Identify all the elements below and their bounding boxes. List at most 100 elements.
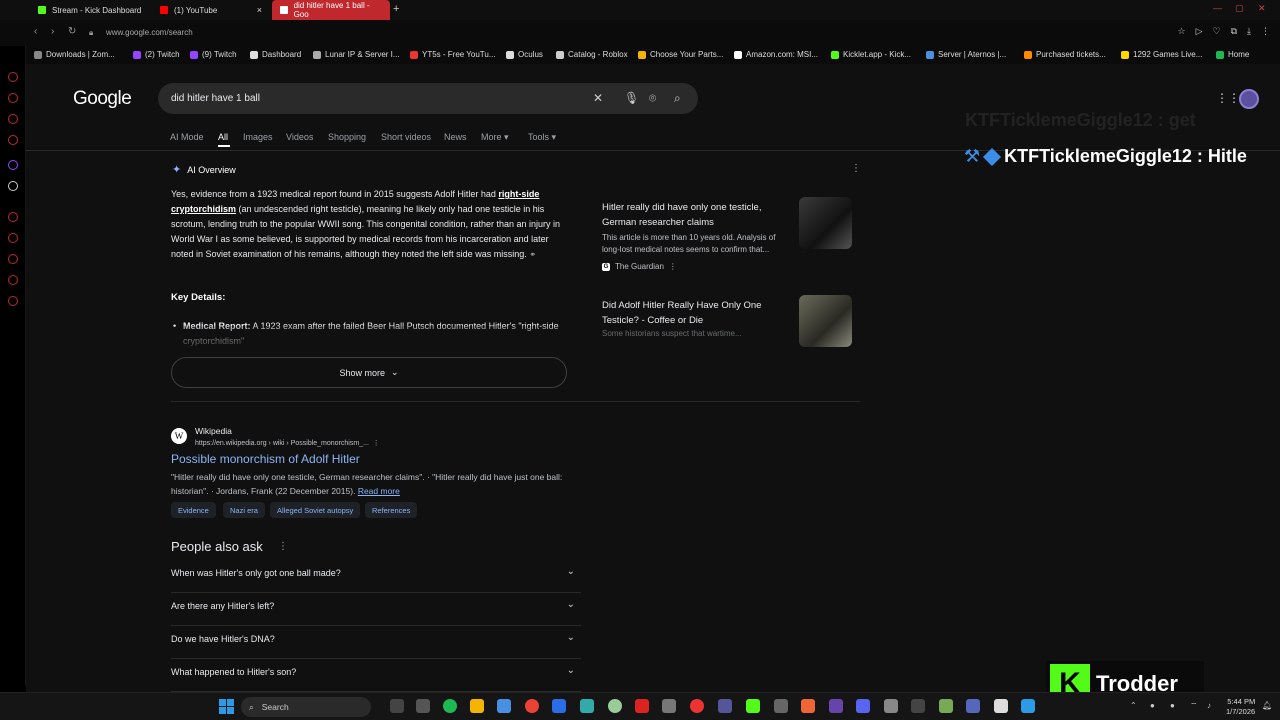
taskbar-app-icon[interactable] [416,699,430,713]
question-row[interactable]: Are there any Hitler's left? ⌄ [171,593,581,626]
address-bar[interactable]: www.google.com/search [106,28,193,37]
microphone-icon[interactable]: 🎙︎ [624,91,639,105]
camera-icon[interactable]: ⌾ [649,91,656,106]
taskbar-app-icon[interactable] [662,699,676,713]
sitelink-chip[interactable]: Alleged Soviet autopsy [270,502,361,518]
bookmark-icon[interactable]: ☆ [1178,26,1186,37]
windows-start-icon[interactable] [219,699,234,714]
tab-more[interactable]: More ▾ [481,132,509,143]
x-icon[interactable] [8,181,18,191]
taskbar-app-icon[interactable] [390,699,404,713]
taskbar-app-icon[interactable] [1021,699,1035,713]
bookmark-item[interactable]: Server | Aternos |... [926,50,1006,59]
bookmark-item[interactable]: Choose Your Parts... [638,50,723,59]
bookmark-item[interactable]: Downloads | Zom... [34,50,115,59]
source-card[interactable]: Did Adolf Hitler Really Have Only One Te… [592,290,858,350]
taskbar-app-icon[interactable] [884,699,898,713]
search-input[interactable]: did hitler have 1 ball [171,93,260,104]
tab-youtube[interactable]: (1) YouTube [152,0,272,20]
forward-icon[interactable]: › [51,26,54,37]
bookmark-item[interactable]: (2) Twitch [133,50,180,59]
bookmark-item[interactable]: Catalog - Roblox [556,50,628,59]
bookmark-item[interactable]: Purchased tickets... [1024,50,1106,59]
taskbar-search[interactable]: ⌕ Search [241,697,371,717]
google-logo[interactable]: Google [73,88,132,110]
sitelink-chip[interactable]: Nazi era [223,502,265,518]
tab-tools[interactable]: Tools ▾ [528,132,556,143]
question-row[interactable]: What happened to Hitler's son? ⌄ [171,659,581,692]
heart-icon[interactable]: ♡ [1213,26,1221,37]
twitch-icon[interactable] [8,160,18,170]
taskbar-app-icon[interactable] [966,699,980,713]
puzzle-icon[interactable]: ⧉ [1231,26,1237,37]
sidebar-app-icon[interactable] [8,72,18,82]
sidebar-app-icon[interactable] [8,233,18,243]
taskbar-app-icon[interactable] [690,699,704,713]
reload-icon[interactable]: ↻ [68,26,76,37]
tab-news[interactable]: News [444,132,467,142]
menu-icon[interactable]: ⋮ [1261,26,1270,37]
bookmark-item[interactable]: Kicklet.app - Kick... [831,50,911,59]
bookmark-item[interactable]: Lunar IP & Server I... [313,50,400,59]
chrome-icon[interactable] [525,699,539,713]
tab-videos[interactable]: Videos [286,132,313,142]
avatar[interactable] [1239,89,1259,109]
taskbar-app-icon[interactable] [635,699,649,713]
discord-icon[interactable] [856,699,870,713]
notification-icon[interactable]: 🔔︎ [1262,701,1272,710]
result-site-name[interactable]: Wikipedia [195,426,232,436]
wifi-icon[interactable]: ⌔ [1190,701,1198,711]
more-options-icon[interactable]: ⋮ [669,262,677,271]
sitelink-chip[interactable]: References [365,502,418,518]
tab-google-search[interactable]: did hitler have 1 ball - Goo [272,0,390,20]
sidebar-app-icon[interactable] [8,296,18,306]
tray-app-icon[interactable]: ● [1150,701,1155,710]
bookmark-item[interactable]: Dashboard [250,50,301,59]
close-window-icon[interactable]: ✕ [1258,3,1266,14]
source-card[interactable]: Hitler really did have only one testicle… [592,192,858,284]
tab-all[interactable]: All [218,132,228,142]
more-options-icon[interactable]: ⋮ [851,163,861,174]
more-options-icon[interactable]: ⋮ [278,541,288,552]
sitelink-chip[interactable]: Evidence [171,502,216,518]
taskbar-app-icon[interactable] [497,699,511,713]
play-icon[interactable]: ▷ [1196,26,1203,37]
sidebar-app-icon[interactable] [8,93,18,103]
download-icon[interactable]: ⤓ [1247,26,1251,37]
link-icon[interactable]: ⚭ [529,250,536,259]
taskbar-app-icon[interactable] [552,699,566,713]
question-row[interactable]: When was Hitler's only got one ball made… [171,560,581,593]
taskbar-app-icon[interactable] [911,699,925,713]
sidebar-app-icon[interactable] [8,212,18,222]
tab-shopping[interactable]: Shopping [328,132,366,142]
taskbar-app-icon[interactable] [939,699,953,713]
tab-images[interactable]: Images [243,132,273,142]
bookmark-item[interactable]: (9) Twitch [190,50,237,59]
taskbar-app-icon[interactable] [580,699,594,713]
search-box[interactable]: did hitler have 1 ball ✕ 🎙︎ ⌾ ⌕ [158,83,698,114]
bookmark-item[interactable]: Amazon.com: MSI... [734,50,818,59]
kick-icon[interactable] [746,699,760,713]
back-icon[interactable]: ‹ [34,26,37,37]
question-row[interactable]: Do we have Hitler's DNA? ⌄ [171,626,581,659]
taskbar-app-icon[interactable] [774,699,788,713]
tray-app-icon[interactable]: ● [1170,701,1175,710]
file-explorer-icon[interactable] [470,699,484,713]
read-more-link[interactable]: Read more [358,486,400,496]
maximize-icon[interactable]: ▢ [1235,3,1244,14]
spotify-icon[interactable] [443,699,457,713]
search-icon[interactable]: ⌕ [674,91,681,106]
tab-ai-mode[interactable]: AI Mode [170,132,204,142]
system-clock[interactable]: 5:44 PM 1/7/2026 [1226,697,1255,717]
taskbar-app-icon[interactable] [829,699,843,713]
sidebar-app-icon[interactable] [8,135,18,145]
bookmark-item[interactable]: 1292 Games Live... [1121,50,1202,59]
sidebar-app-icon[interactable] [8,114,18,124]
taskbar-app-icon[interactable] [801,699,815,713]
new-tab-button[interactable]: + [393,3,399,15]
clear-icon[interactable]: ✕ [593,91,603,105]
show-more-button[interactable]: Show more ⌄ [171,357,567,388]
taskbar-app-icon[interactable] [994,699,1008,713]
obs-icon[interactable] [608,699,622,713]
result-url[interactable]: https://en.wikipedia.org › wiki › Possib… [195,439,380,447]
